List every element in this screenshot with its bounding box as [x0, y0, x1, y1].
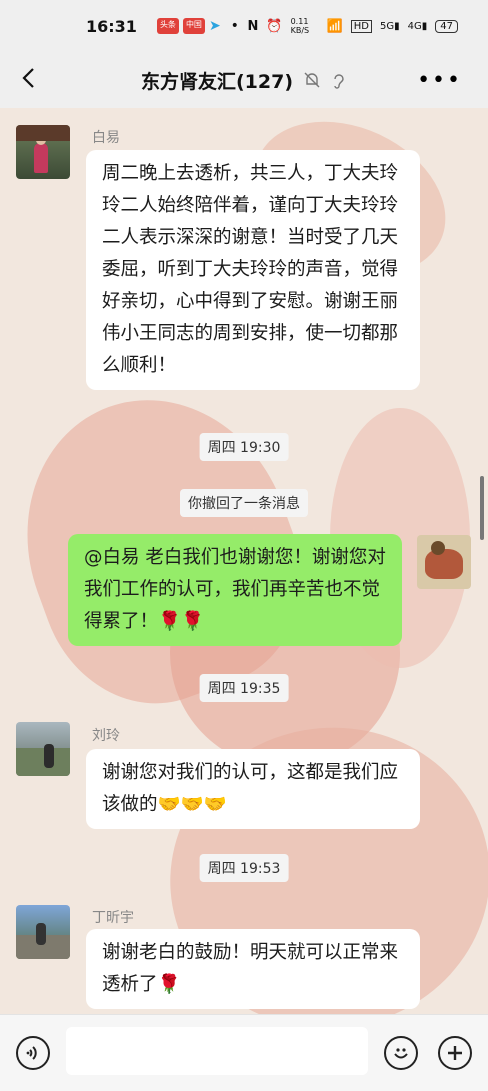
message-bubble-self[interactable]: @白易 老白我们也谢谢您！谢谢您对我们工作的认可，我们再辛苦也不觉得累了！🌹🌹 — [68, 534, 402, 646]
plus-icon[interactable] — [438, 1036, 472, 1070]
avatar-self[interactable] — [417, 535, 471, 589]
hd-icon: HD — [350, 19, 373, 33]
network-speed: 0.11 KB/S — [290, 17, 310, 35]
voice-icon[interactable] — [16, 1036, 50, 1070]
timestamp: 周四 19:35 — [199, 674, 289, 702]
battery-icon: 47 — [435, 19, 458, 33]
recall-notice: 你撤回了一条消息 — [180, 489, 308, 517]
more-icon[interactable]: ••• — [417, 68, 462, 93]
avatar-dingxinyu[interactable] — [16, 905, 70, 959]
sender-name: 刘玲 — [92, 728, 120, 744]
chat-header: 东方肾友汇(127) ••• — [0, 52, 488, 108]
avatar-baiyi[interactable] — [16, 125, 70, 179]
status-badge-zhongguo: 中国 — [182, 18, 205, 34]
message-bubble[interactable]: 谢谢老白的鼓励！明天就可以正常来透析了🌹 — [86, 929, 420, 1009]
message-input[interactable] — [66, 1027, 368, 1075]
status-bar: 16:31 头条 中国 ➤ • N ⏰ 0.11 KB/S 📶 HD 5G▮ 4… — [0, 0, 488, 52]
sender-name: 白易 — [92, 130, 120, 146]
telegram-icon: ➤ — [208, 18, 221, 34]
avatar-liuling[interactable] — [16, 722, 70, 776]
signal-5g-icon: 5G▮ — [380, 20, 400, 32]
timestamp: 周四 19:53 — [199, 854, 289, 882]
earpiece-icon — [334, 74, 344, 89]
signal-4g-icon: 4G▮ — [407, 20, 428, 32]
message-bubble[interactable]: 谢谢您对我们的认可，这都是我们应该做的🤝🤝🤝 — [86, 749, 420, 829]
status-badge-toutiao: 头条 — [156, 18, 179, 34]
bell-off-icon — [304, 72, 320, 88]
sender-name: 丁昕宇 — [92, 910, 134, 926]
chat-title-wrap: 东方肾友汇(127) — [0, 67, 488, 94]
alarm-icon: ⏰ — [266, 18, 283, 34]
notification-dot-icon: • — [230, 18, 239, 34]
nfc-icon: N — [247, 18, 259, 34]
input-bar — [0, 1014, 488, 1091]
timestamp: 周四 19:30 — [199, 433, 289, 461]
chat-title: 东方肾友汇(127) — [140, 70, 294, 93]
chat-area[interactable]: 白易 周二晚上去透析，共三人，丁大夫玲玲二人始终陪伴着，谨向丁大夫玲玲二人表示深… — [0, 108, 488, 1014]
emoji-icon[interactable] — [384, 1036, 418, 1070]
status-time: 16:31 — [86, 16, 137, 36]
status-right: N ⏰ 0.11 KB/S 📶 HD 5G▮ 4G▮ 47 — [248, 17, 458, 35]
scrollbar[interactable] — [480, 476, 484, 540]
wifi-icon: 📶 — [326, 18, 343, 34]
message-bubble[interactable]: 周二晚上去透析，共三人，丁大夫玲玲二人始终陪伴着，谨向丁大夫玲玲二人表示深深的谢… — [86, 150, 420, 390]
status-badges: 头条 中国 ➤ — [156, 18, 221, 34]
